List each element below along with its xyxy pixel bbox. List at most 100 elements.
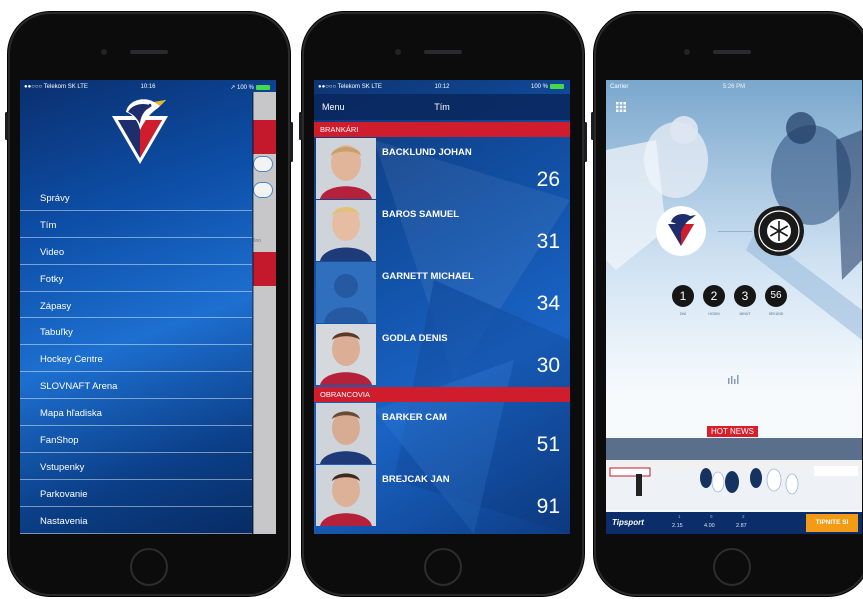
menu-item-mapa-hladiska[interactable]: Mapa hľadiska [20, 399, 252, 427]
player-name: BACKLUND JOHAN [382, 147, 472, 158]
countdown-minutes: 3 [734, 285, 756, 307]
player-row[interactable]: GODLA DENIS 30 [314, 324, 570, 385]
odds-label: 1 [678, 514, 681, 519]
player-photo [316, 324, 376, 385]
odds-value-away[interactable]: 2.87 [736, 523, 747, 529]
player-name: BAROS SAMUEL [382, 209, 460, 220]
home-team-logo[interactable] [656, 206, 706, 256]
menu-item-label: FanShop [40, 435, 79, 447]
phone-menu: ●●○○○ Telekom SK LTE 10:16 ↗ 100 % šno S… [5, 12, 293, 596]
home-button[interactable] [424, 548, 462, 586]
countdown-hours: 2 [703, 285, 725, 307]
menu-item-label: SLOVNAFT Arena [40, 381, 118, 393]
clock: 5:26 PM [722, 84, 746, 90]
countdown-label: SEKÚND [768, 312, 784, 316]
menu-item-label: Mapa hľadiska [40, 408, 102, 420]
menu-item-tabulky[interactable]: Tabuľky [20, 318, 252, 346]
menu-screen: ●●○○○ Telekom SK LTE 10:16 ↗ 100 % šno S… [20, 80, 276, 534]
player-name: BREJCAK JAN [382, 474, 450, 485]
toggle-1[interactable] [253, 156, 273, 172]
menu-list: Správy Tím Video Fotky Zápasy Tabuľky Ho… [20, 184, 252, 534]
slovan-logo [112, 99, 168, 164]
news-photo[interactable] [606, 438, 862, 510]
phone-roster: ●●○○○ Telekom SK LTE 10:12 100 % Menu Tí… [299, 12, 587, 596]
player-photo [316, 200, 376, 261]
match-screen: Carrier 5:26 PM 1 2 3 56 DNÍ HODIN MINÚT… [606, 80, 862, 534]
red-band [253, 120, 276, 154]
player-photo-placeholder [316, 262, 376, 323]
menu-item-zapasy[interactable]: Zápasy [20, 292, 252, 319]
stats-chart-icon[interactable] [727, 374, 741, 384]
countdown-days: 1 [672, 285, 694, 307]
menu-item-fanshop[interactable]: FanShop [20, 426, 252, 453]
status-bar: ●●○○○ Telekom SK LTE 10:16 ↗ 100 % [20, 80, 276, 94]
menu-item-vstupenky[interactable]: Vstupenky [20, 453, 252, 480]
countdown: 1 2 3 56 DNÍ HODIN MINÚT SEKÚND [672, 285, 798, 316]
menu-item-nastavenia[interactable]: Nastavenia [20, 507, 252, 534]
menu-item-video[interactable]: Video [20, 238, 252, 265]
section-label: BRANKÁRI [320, 125, 359, 134]
menu-item-tim[interactable]: Tím [20, 211, 252, 238]
odds-label: 2 [742, 514, 745, 519]
menu-item-label: Video [40, 246, 65, 258]
countdown-label: HODIN [708, 312, 720, 316]
underlying-screen[interactable]: šno [253, 92, 276, 534]
player-photo [316, 138, 376, 199]
player-row[interactable]: BACKLUND JOHAN 26 [314, 138, 570, 199]
page-title: Tím [434, 102, 450, 112]
front-camera [395, 49, 401, 55]
menu-grid-icon[interactable] [616, 102, 626, 112]
battery-label: ↗ 100 % [230, 84, 270, 91]
player-photo [316, 403, 376, 464]
menu-item-label: Zápasy [40, 300, 72, 312]
power-button [290, 122, 293, 162]
player-row[interactable]: GARNETT MICHAEL 34 [314, 262, 570, 323]
menu-item-fotky[interactable]: Fotky [20, 265, 252, 292]
menu-item-hockey-centre[interactable]: Hockey Centre [20, 345, 252, 373]
odds-value-home[interactable]: 2.15 [672, 523, 683, 529]
front-camera [684, 49, 690, 55]
roster-screen: ●●○○○ Telekom SK LTE 10:12 100 % Menu Tí… [314, 80, 570, 534]
player-row[interactable]: BARKER CAM 51 [314, 403, 570, 464]
section-header-defense: OBRANCOVIA [314, 387, 570, 402]
behind-text: šno [253, 238, 262, 244]
red-band-2 [253, 252, 276, 286]
hot-news-badge[interactable]: HOT NEWS [707, 426, 758, 437]
player-number: 91 [536, 495, 560, 518]
player-photo [316, 465, 376, 526]
countdown-seconds: 56 [765, 285, 787, 307]
player-name: GODLA DENIS [382, 333, 448, 344]
speaker [130, 50, 168, 54]
divider [252, 92, 254, 534]
battery-icon [550, 84, 564, 89]
menu-item-slovnaft-arena[interactable]: SLOVNAFT Arena [20, 372, 252, 400]
menu-item-label: Nastavenia [40, 515, 88, 527]
player-name: GARNETT MICHAEL [382, 271, 474, 282]
player-number: 26 [536, 168, 560, 191]
front-camera [101, 49, 107, 55]
countdown-label: MINÚT [739, 312, 751, 316]
menu-item-label: Hockey Centre [40, 354, 103, 366]
battery-icon [256, 84, 270, 90]
player-number: 51 [536, 433, 560, 456]
odds-label: 0 [710, 514, 713, 519]
menu-item-spravy[interactable]: Správy [20, 184, 252, 211]
player-row[interactable]: BREJCAK JAN 91 [314, 465, 570, 526]
toggle-2[interactable] [253, 182, 273, 198]
tipsport-logo: Tipsport [612, 518, 644, 527]
odds-value-draw[interactable]: 4.00 [704, 523, 715, 529]
countdown-label: DNÍ [679, 312, 687, 316]
menu-item-label: Parkovanie [40, 488, 88, 500]
menu-item-label: Správy [40, 193, 70, 204]
place-bet-button[interactable]: TIPNITE SI [806, 514, 858, 532]
player-name: BARKER CAM [382, 412, 447, 423]
menu-item-parkovanie[interactable]: Parkovanie [20, 480, 252, 507]
home-button[interactable] [130, 548, 168, 586]
nav-bar: Menu Tím [314, 94, 570, 120]
home-button[interactable] [713, 548, 751, 586]
player-row[interactable]: BAROS SAMUEL 31 [314, 200, 570, 261]
menu-item-label: Fotky [40, 273, 64, 285]
volume-button [5, 112, 8, 140]
menu-item-label: Tím [40, 219, 57, 231]
away-team-logo[interactable] [754, 206, 804, 256]
